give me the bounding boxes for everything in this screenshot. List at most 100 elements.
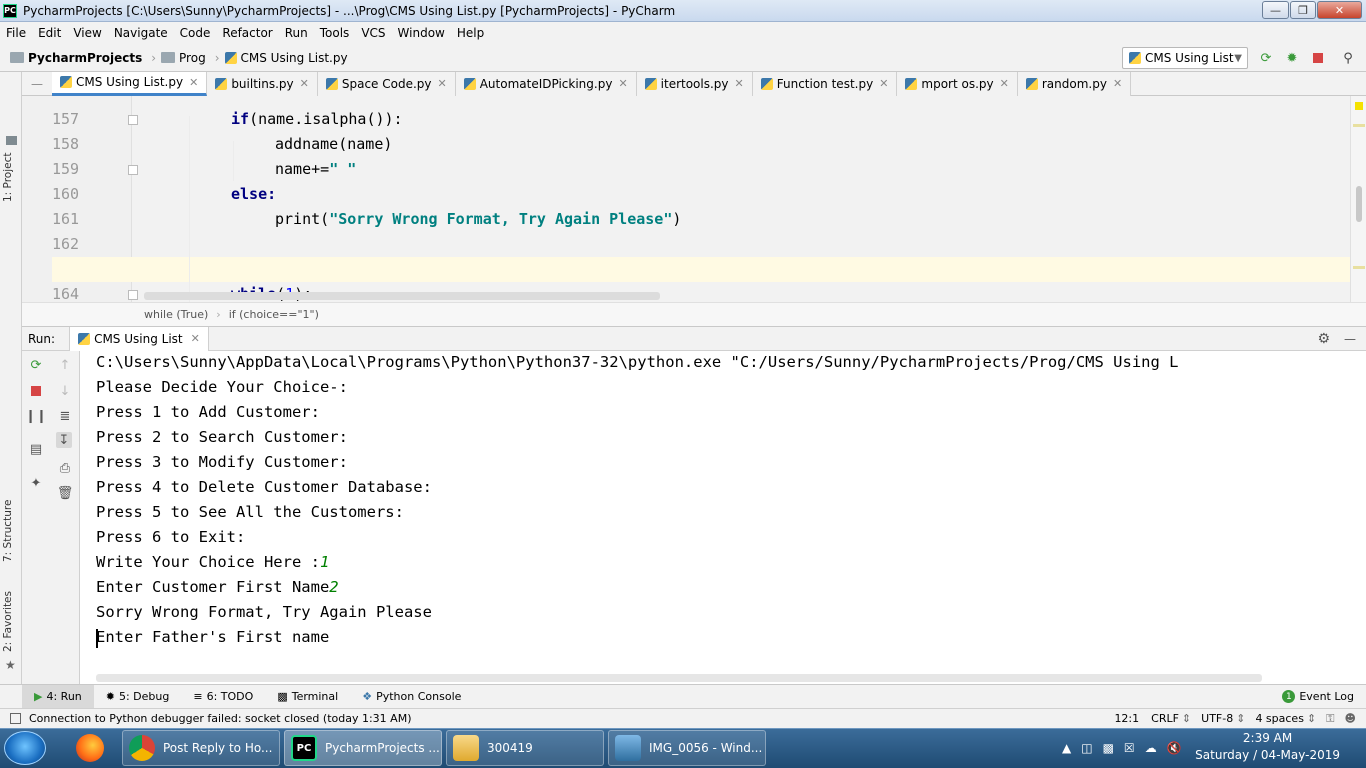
menu-code[interactable]: Code [174, 26, 217, 40]
tool-tab-debug[interactable]: ✹ 5: Debug [94, 685, 182, 709]
side-tab-project[interactable]: 1: Project [2, 153, 14, 202]
windows-start-button[interactable] [4, 731, 46, 765]
menu-window[interactable]: Window [392, 26, 451, 40]
breadcrumb-file[interactable]: CMS Using List.py [241, 51, 348, 65]
editor-tab-mport-os[interactable]: mport os.py ✕ [897, 71, 1018, 96]
editor-tab-automate-id-picking[interactable]: AutomateIDPicking.py ✕ [455, 71, 637, 96]
run-configuration-select[interactable]: CMS Using List ▼ [1122, 47, 1248, 69]
tray-device-icon[interactable]: ◫ [1081, 741, 1092, 755]
close-tab-icon[interactable]: ✕ [300, 77, 309, 90]
close-tab-icon[interactable]: ✕ [735, 77, 744, 90]
file-encoding[interactable]: UTF-8 [1201, 712, 1233, 725]
code-breadcrumb-bar: while (True) › if (choice=="1") [22, 302, 1366, 326]
minimize-button[interactable]: — [1262, 1, 1289, 19]
taskbar-item-folder[interactable]: 300419 [446, 730, 604, 766]
menu-view[interactable]: View [67, 26, 107, 40]
editor-horizontal-scrollbar[interactable] [144, 292, 660, 300]
soft-wrap-icon[interactable]: ≣ [57, 408, 73, 424]
hide-panel-icon[interactable]: — [1344, 332, 1356, 346]
code-breadcrumb-while[interactable]: while (True) [144, 308, 208, 321]
stop-icon[interactable] [28, 383, 44, 399]
status-message[interactable]: Connection to Python debugger failed: so… [29, 712, 411, 725]
tool-tab-event-log[interactable]: 1 Event Log [1270, 685, 1366, 709]
close-tab-icon[interactable]: ✕ [618, 77, 627, 90]
gear-icon[interactable]: ⚙ [1317, 331, 1330, 347]
menu-tools[interactable]: Tools [314, 26, 356, 40]
close-tab-icon[interactable]: ✕ [1000, 77, 1009, 90]
debug-bug-icon[interactable]: ✹ [1284, 50, 1300, 66]
rerun-icon[interactable]: ⟳ [28, 357, 44, 373]
pause-icon[interactable]: ❙❙ [25, 408, 47, 424]
user-input: 2 [329, 578, 339, 596]
scroll-to-end-icon[interactable]: ↧ [56, 432, 72, 448]
tool-tab-python-console[interactable]: ❖ Python Console [350, 685, 473, 709]
taskbar-item-chrome[interactable]: Post Reply to Ho... [122, 730, 280, 766]
taskbar-item-photo-viewer[interactable]: IMG_0056 - Wind... [608, 730, 766, 766]
editor-tab-itertools[interactable]: itertools.py ✕ [636, 71, 753, 96]
close-tab-icon[interactable]: ✕ [879, 77, 888, 90]
menu-file[interactable]: File [0, 26, 32, 40]
editor-vertical-scrollbar[interactable] [1350, 96, 1366, 302]
breadcrumb-project[interactable]: PycharmProjects [28, 51, 142, 65]
side-tab-structure[interactable]: 7: Structure [2, 500, 14, 562]
editor-tab-cms-using-list[interactable]: CMS Using List.py ✕ [52, 71, 208, 96]
editor-tab-function-test[interactable]: Function test.py ✕ [752, 71, 898, 96]
arrow-up-icon[interactable]: ↑ [57, 357, 73, 373]
cloud-icon[interactable]: ☁ [1145, 741, 1157, 755]
network-icon[interactable]: ☒ [1124, 741, 1135, 755]
code-editor[interactable]: if(name.isalpha()): addname(name) name+=… [132, 96, 1350, 302]
title-bar: PC PycharmProjects [C:\Users\Sunny\Pycha… [0, 0, 1366, 22]
breadcrumb-folder[interactable]: Prog [179, 51, 206, 65]
scroll-thumb[interactable] [1356, 186, 1362, 222]
stop-icon[interactable] [1310, 50, 1326, 66]
menu-help[interactable]: Help [451, 26, 490, 40]
layout-icon[interactable]: ▤ [28, 441, 44, 457]
console-horizontal-scrollbar[interactable] [96, 674, 1262, 682]
search-icon[interactable]: ⚲ [1340, 50, 1356, 66]
warning-stripe[interactable] [1353, 266, 1365, 269]
taskbar-item-pycharm[interactable]: PC PycharmProjects ... [284, 730, 442, 766]
tray-expand-icon[interactable]: ▲ [1062, 741, 1071, 755]
firefox-icon[interactable] [70, 730, 110, 766]
maximize-button[interactable]: ❐ [1290, 1, 1316, 19]
lock-icon[interactable]: ⚿ [1326, 712, 1334, 726]
rerun-icon[interactable]: ⟳ [1258, 50, 1274, 66]
volume-muted-icon[interactable]: 🔇 [1167, 741, 1182, 755]
tool-tab-terminal[interactable]: ▩ Terminal [265, 685, 350, 709]
indent-setting[interactable]: 4 spaces [1255, 712, 1304, 725]
menu-navigate[interactable]: Navigate [108, 26, 174, 40]
print-icon[interactable]: ⎙ [57, 460, 73, 476]
terminal-icon: ▩ [277, 690, 288, 703]
close-tab-icon[interactable]: ✕ [191, 332, 200, 345]
editor-tab-space-code[interactable]: Space Code.py ✕ [317, 71, 456, 96]
warning-stripe[interactable] [1353, 124, 1365, 127]
arrow-down-icon[interactable]: ↓ [57, 383, 73, 399]
close-tab-icon[interactable]: ✕ [1113, 77, 1122, 90]
editor-tab-builtins[interactable]: builtins.py ✕ [207, 71, 318, 96]
pin-icon[interactable]: ✦ [28, 475, 44, 491]
close-button[interactable]: ✕ [1317, 1, 1362, 19]
status-toggle-icon[interactable] [10, 713, 21, 724]
menu-run[interactable]: Run [279, 26, 314, 40]
side-tab-favorites[interactable]: 2: Favorites [2, 591, 14, 652]
signal-strength-icon[interactable]: ▩ [1103, 741, 1114, 755]
line-number: 160 [52, 185, 80, 203]
collapse-icon[interactable]: — [22, 77, 52, 91]
editor-tab-random[interactable]: random.py ✕ [1017, 71, 1132, 96]
code-line-160: else: [231, 185, 277, 203]
caret-position[interactable]: 12:1 [1114, 712, 1139, 725]
inspector-icon[interactable]: ☻ [1345, 712, 1356, 725]
tool-tab-todo[interactable]: ≡ 6: TODO [181, 685, 265, 709]
trash-icon[interactable]: 🗑 [57, 485, 74, 501]
close-tab-icon[interactable]: ✕ [189, 76, 198, 89]
line-separator[interactable]: CRLF [1151, 712, 1179, 725]
taskbar-clock[interactable]: 2:39 AM Saturday / 04-May-2019 [1195, 730, 1340, 764]
menu-edit[interactable]: Edit [32, 26, 67, 40]
code-breadcrumb-if[interactable]: if (choice=="1") [229, 308, 319, 321]
menu-refactor[interactable]: Refactor [216, 26, 278, 40]
menu-vcs[interactable]: VCS [355, 26, 391, 40]
tool-tab-run[interactable]: ▶ 4: Run [22, 684, 94, 709]
console-output[interactable]: C:\Users\Sunny\AppData\Local\Programs\Py… [80, 351, 1366, 684]
close-tab-icon[interactable]: ✕ [438, 77, 447, 90]
run-tab-cms-using-list[interactable]: CMS Using List ✕ [69, 326, 209, 351]
